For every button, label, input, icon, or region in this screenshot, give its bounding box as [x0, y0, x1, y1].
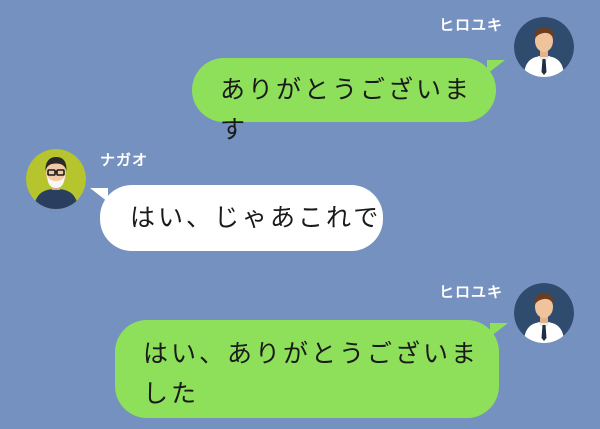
- chat-view: ヒロユキ ありがとうございます ナガオ はい、じゃあこれで ヒロユキ はい、あり…: [0, 0, 600, 429]
- nagao-avatar[interactable]: [26, 149, 86, 209]
- man-with-tie-icon: [514, 17, 574, 77]
- message-bubble-outgoing[interactable]: ありがとうございます: [192, 58, 496, 144]
- sender-name: ヒロユキ: [438, 283, 503, 301]
- message-bubble-outgoing[interactable]: はい、ありがとうございました: [115, 320, 499, 418]
- message-text: はい、じゃあこれで: [130, 203, 382, 232]
- bubble-tail: [90, 188, 108, 202]
- bubble-tail: [490, 323, 508, 337]
- message-text: ありがとうございます: [220, 75, 473, 144]
- man-with-glasses-beard-icon: [26, 149, 86, 209]
- message-text: はい、ありがとうございました: [143, 339, 480, 408]
- man-with-tie-icon: [514, 283, 574, 343]
- hiroyuki-avatar[interactable]: [514, 283, 574, 343]
- sender-name: ナガオ: [100, 151, 149, 169]
- sender-name: ヒロユキ: [438, 16, 503, 34]
- hiroyuki-avatar[interactable]: [514, 17, 574, 77]
- bubble-tail: [487, 60, 505, 74]
- message-bubble-incoming[interactable]: はい、じゃあこれで: [100, 185, 383, 251]
